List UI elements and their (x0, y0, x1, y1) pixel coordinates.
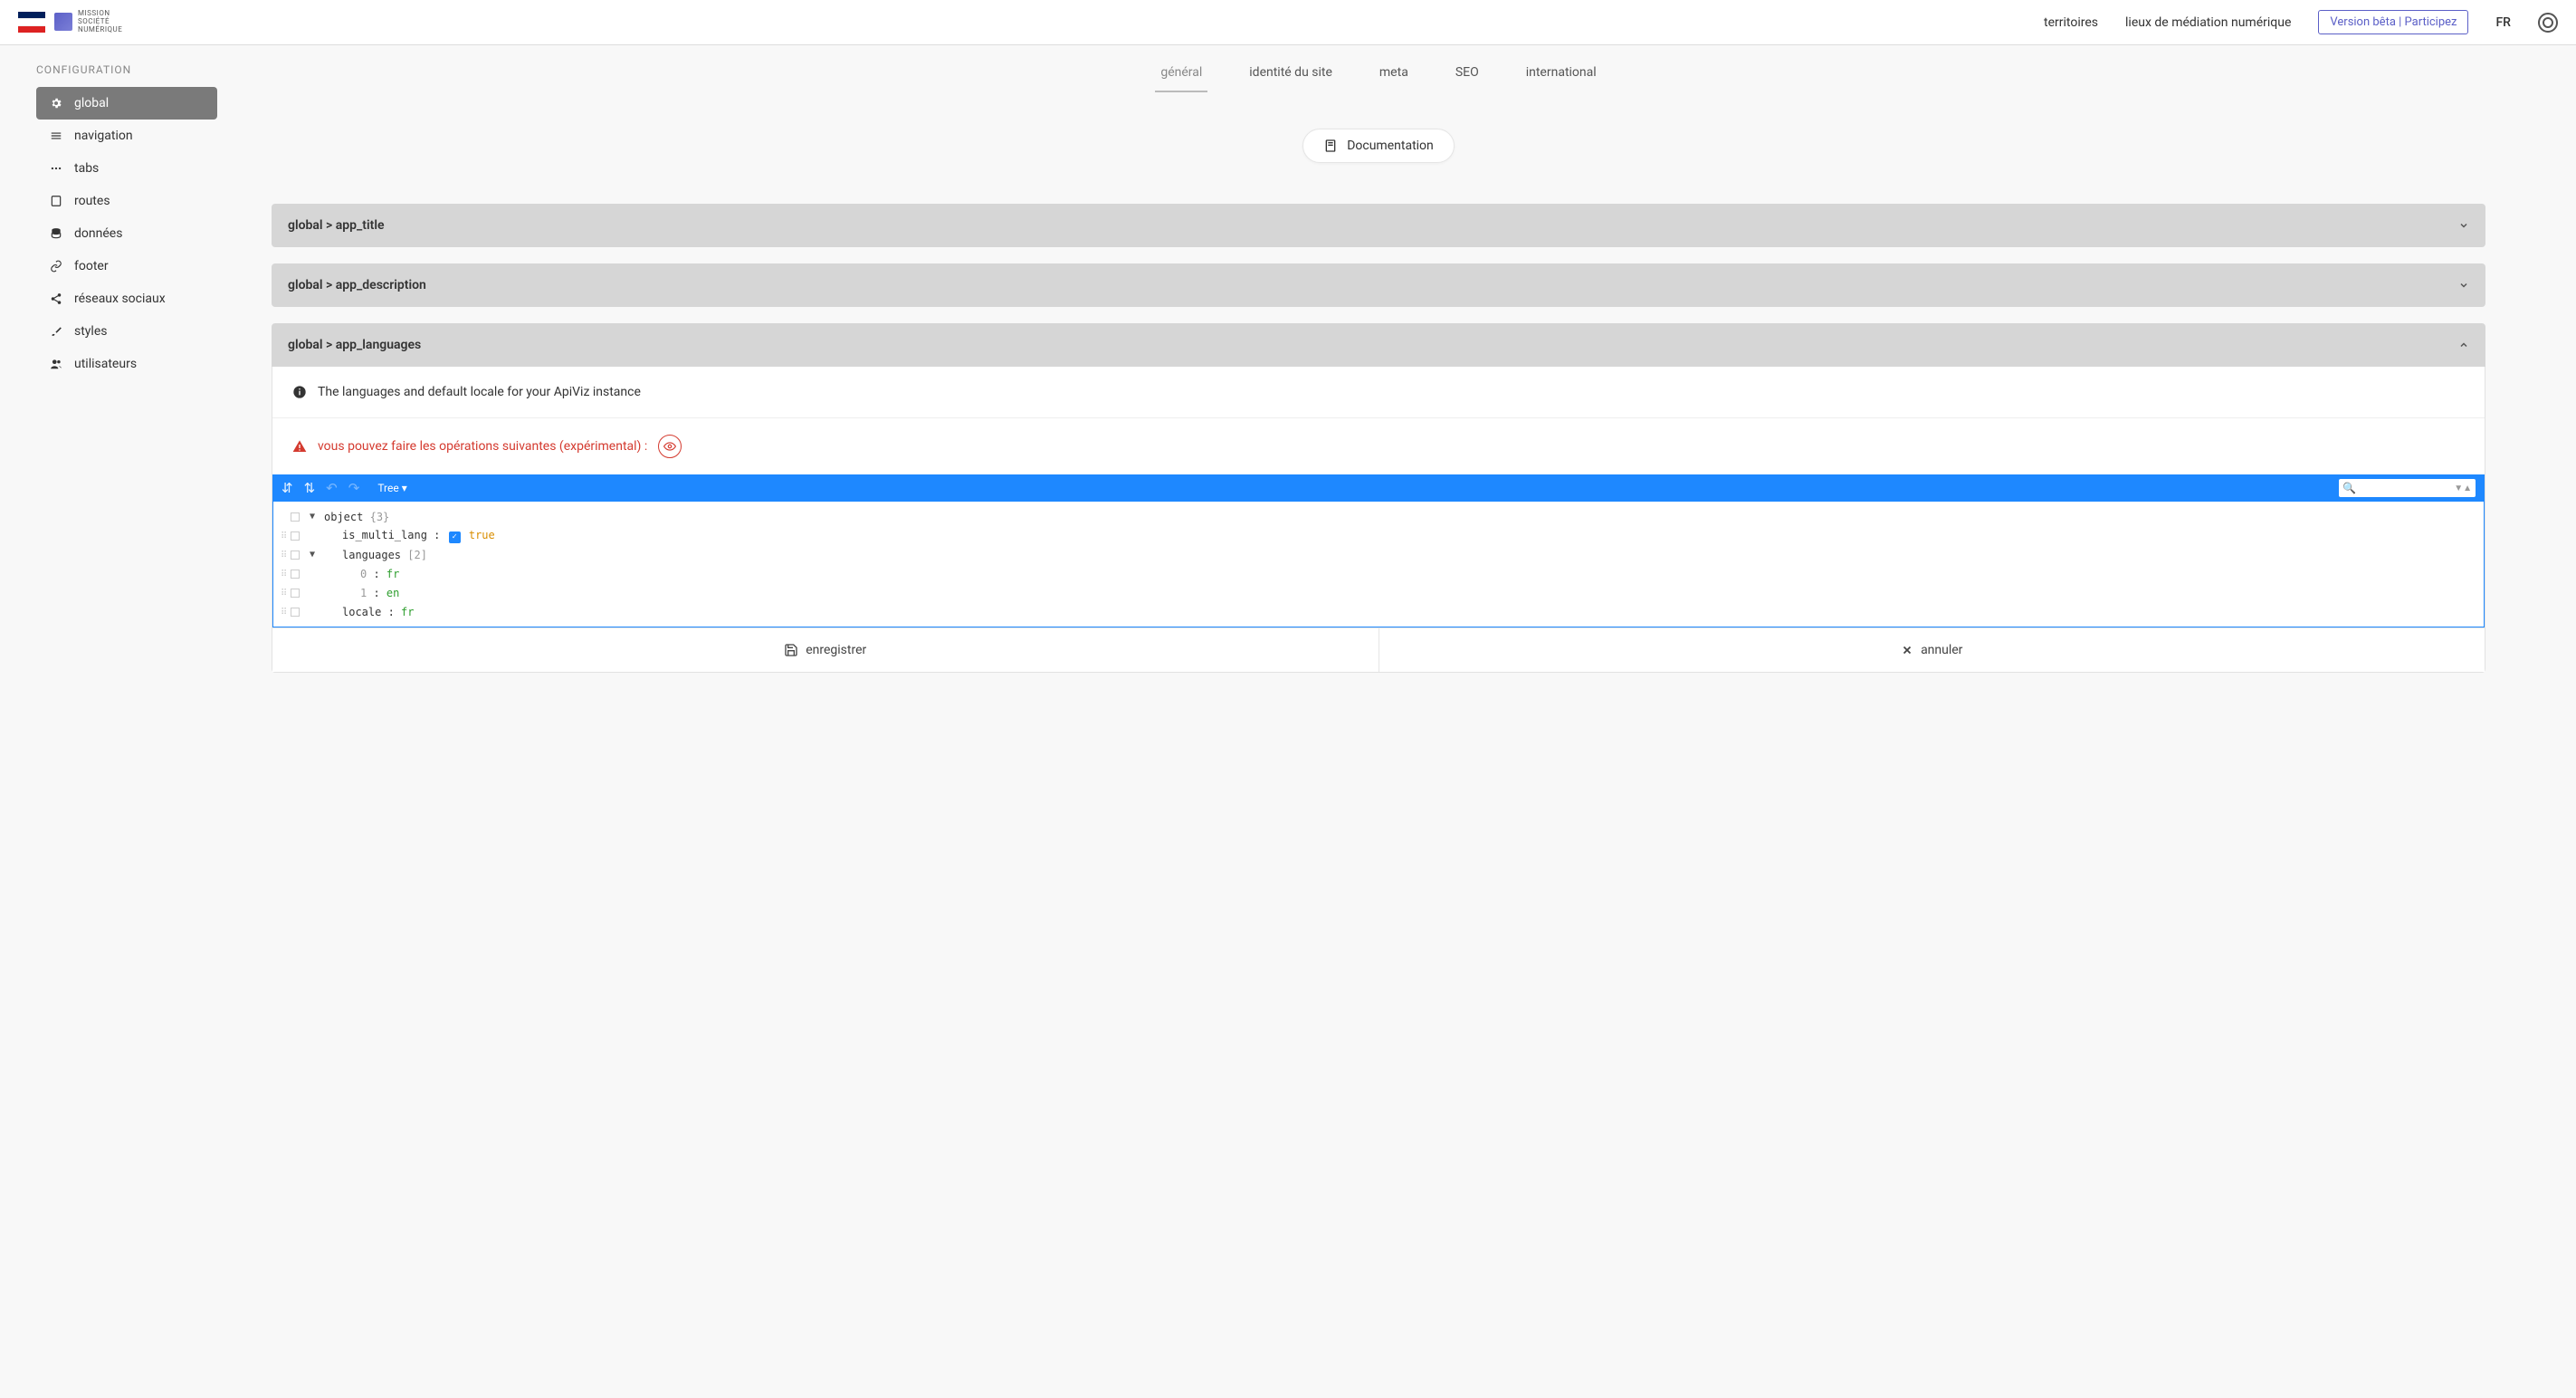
menu-icon (49, 129, 63, 142)
json-search: 🔍 ▼▲ (2339, 479, 2476, 497)
accordion-body-app-languages: The languages and default locale for you… (272, 367, 2485, 673)
sidebar-item-styles[interactable]: styles (36, 315, 217, 348)
search-dropdown-icon[interactable]: ▼▲ (2450, 484, 2476, 493)
info-row: The languages and default locale for you… (272, 367, 2485, 418)
sidebar-item-footer[interactable]: footer (36, 250, 217, 282)
json-row-languages[interactable]: ⠿ ▼ languages [2] (273, 545, 2484, 564)
language-switcher[interactable]: FR (2495, 15, 2511, 30)
nav-lieux-mediation[interactable]: lieux de médiation numérique (2125, 15, 2291, 30)
accordion-header-app-title[interactable]: global > app_title (272, 204, 2485, 247)
sidebar-item-label: styles (74, 324, 107, 339)
json-row-locale[interactable]: ⠿ locale : fr (273, 602, 2484, 621)
header-left: MISSION SOCIÉTÉ NUMÉRIQUE (18, 10, 122, 34)
brush-icon (49, 325, 63, 338)
header-right: territoires lieux de médiation numérique… (2044, 10, 2558, 34)
json-row-root[interactable]: ▼ object {3} (273, 507, 2484, 526)
accordion-header-app-languages[interactable]: global > app_languages (272, 323, 2485, 367)
sidebar-item-tabs[interactable]: tabs (36, 152, 217, 185)
link-icon (49, 260, 63, 273)
json-toolbar: ⇵ ⇅ ↶ ↷ Tree ▾ 🔍 ▼▲ (272, 474, 2485, 502)
redo-icon[interactable]: ↷ (348, 480, 360, 496)
tree-toggle-icon[interactable]: ▼ (310, 550, 319, 560)
beta-participez-button[interactable]: Version bêta | Participez (2318, 10, 2468, 34)
action-bar: enregistrer annuler (272, 627, 2485, 672)
json-row-lang-1[interactable]: ⠿ 1 : en (273, 583, 2484, 602)
logo-text: NUMÉRIQUE (78, 26, 122, 34)
expand-all-icon[interactable]: ⇵ (281, 480, 293, 496)
database-icon (49, 227, 63, 240)
chevron-down-icon (2458, 280, 2469, 291)
accordion-title: global > app_title (288, 218, 385, 233)
sidebar-title: CONFIGURATION (36, 63, 217, 76)
logo-mission-societe-numerique[interactable]: MISSION SOCIÉTÉ NUMÉRIQUE (54, 10, 122, 34)
sidebar-item-label: navigation (74, 129, 133, 143)
tab-general[interactable]: général (1155, 54, 1207, 92)
header: MISSION SOCIÉTÉ NUMÉRIQUE territoires li… (0, 0, 2576, 45)
sidebar-item-utilisateurs[interactable]: utilisateurs (36, 348, 217, 380)
gear-icon (49, 97, 63, 110)
chevron-down-icon (2458, 220, 2469, 231)
accordion-title: global > app_languages (288, 338, 421, 352)
tab-identite-site[interactable]: identité du site (1244, 54, 1338, 92)
warning-icon (292, 439, 307, 454)
sidebar-item-reseaux-sociaux[interactable]: réseaux sociaux (36, 282, 217, 315)
main-content: général identité du site meta SEO intern… (217, 45, 2576, 725)
documentation-label: Documentation (1347, 139, 1434, 153)
collapse-all-icon[interactable]: ⇅ (304, 480, 316, 496)
sidebar-item-label: tabs (74, 161, 99, 176)
save-label: enregistrer (806, 643, 866, 657)
info-text: The languages and default locale for you… (318, 385, 641, 399)
checkbox-true-icon[interactable]: ✓ (449, 531, 461, 543)
warning-text: vous pouvez faire les opérations suivant… (318, 439, 647, 454)
json-editor: ⇵ ⇅ ↶ ↷ Tree ▾ 🔍 ▼▲ (272, 474, 2485, 627)
sidebar-item-navigation[interactable]: navigation (36, 120, 217, 152)
json-mode-dropdown[interactable]: Tree ▾ (377, 482, 406, 494)
sidebar-item-global[interactable]: global (36, 87, 217, 120)
users-icon (49, 358, 63, 370)
sidebar-item-label: routes (74, 194, 110, 208)
chevron-up-icon (2458, 340, 2469, 350)
tab-meta[interactable]: meta (1374, 54, 1414, 92)
sidebar-item-label: données (74, 226, 122, 241)
book-icon (1323, 139, 1338, 153)
tablet-icon (49, 195, 63, 207)
tabs: général identité du site meta SEO intern… (272, 54, 2485, 92)
sidebar: CONFIGURATION global navigation tabs rou… (0, 45, 217, 725)
sidebar-item-routes[interactable]: routes (36, 185, 217, 217)
logo-republique-francaise[interactable] (18, 12, 45, 32)
share-icon (49, 292, 63, 305)
json-row-lang-0[interactable]: ⠿ 0 : fr (273, 564, 2484, 583)
sidebar-item-label: réseaux sociaux (74, 292, 166, 306)
sidebar-item-label: footer (74, 259, 109, 273)
undo-icon[interactable]: ↶ (326, 480, 338, 496)
nav-territoires[interactable]: territoires (2044, 15, 2098, 30)
sidebar-item-label: utilisateurs (74, 357, 137, 371)
user-account-icon[interactable] (2538, 13, 2558, 33)
cancel-label: annuler (1921, 643, 1962, 657)
accordion-app-title: global > app_title (272, 204, 2485, 247)
documentation-button[interactable]: Documentation (1302, 129, 1455, 163)
sidebar-item-label: global (74, 96, 109, 110)
sidebar-item-donnees[interactable]: données (36, 217, 217, 250)
accordion-app-languages: global > app_languages The languages and… (272, 323, 2485, 673)
json-search-input[interactable] (2360, 483, 2450, 493)
search-icon: 🔍 (2339, 482, 2360, 494)
accordion-header-app-description[interactable]: global > app_description (272, 263, 2485, 307)
close-icon (1901, 644, 1913, 656)
tab-international[interactable]: international (1521, 54, 1602, 92)
info-icon (292, 385, 307, 399)
json-tree: ▼ object {3} ⠿ is_multi_lang : ✓ true ⠿ … (272, 502, 2485, 627)
accordion-app-description: global > app_description (272, 263, 2485, 307)
accordion-title: global > app_description (288, 278, 426, 292)
eye-toggle-button[interactable] (658, 435, 682, 458)
warning-row: vous pouvez faire les opérations suivant… (272, 418, 2485, 474)
save-icon (784, 643, 798, 657)
dots-icon (49, 162, 63, 175)
save-button[interactable]: enregistrer (272, 628, 1379, 672)
cancel-button[interactable]: annuler (1379, 628, 2485, 672)
json-row-is-multi-lang[interactable]: ⠿ is_multi_lang : ✓ true (273, 526, 2484, 545)
tab-seo[interactable]: SEO (1450, 54, 1484, 92)
tree-toggle-icon[interactable]: ▼ (310, 512, 319, 522)
